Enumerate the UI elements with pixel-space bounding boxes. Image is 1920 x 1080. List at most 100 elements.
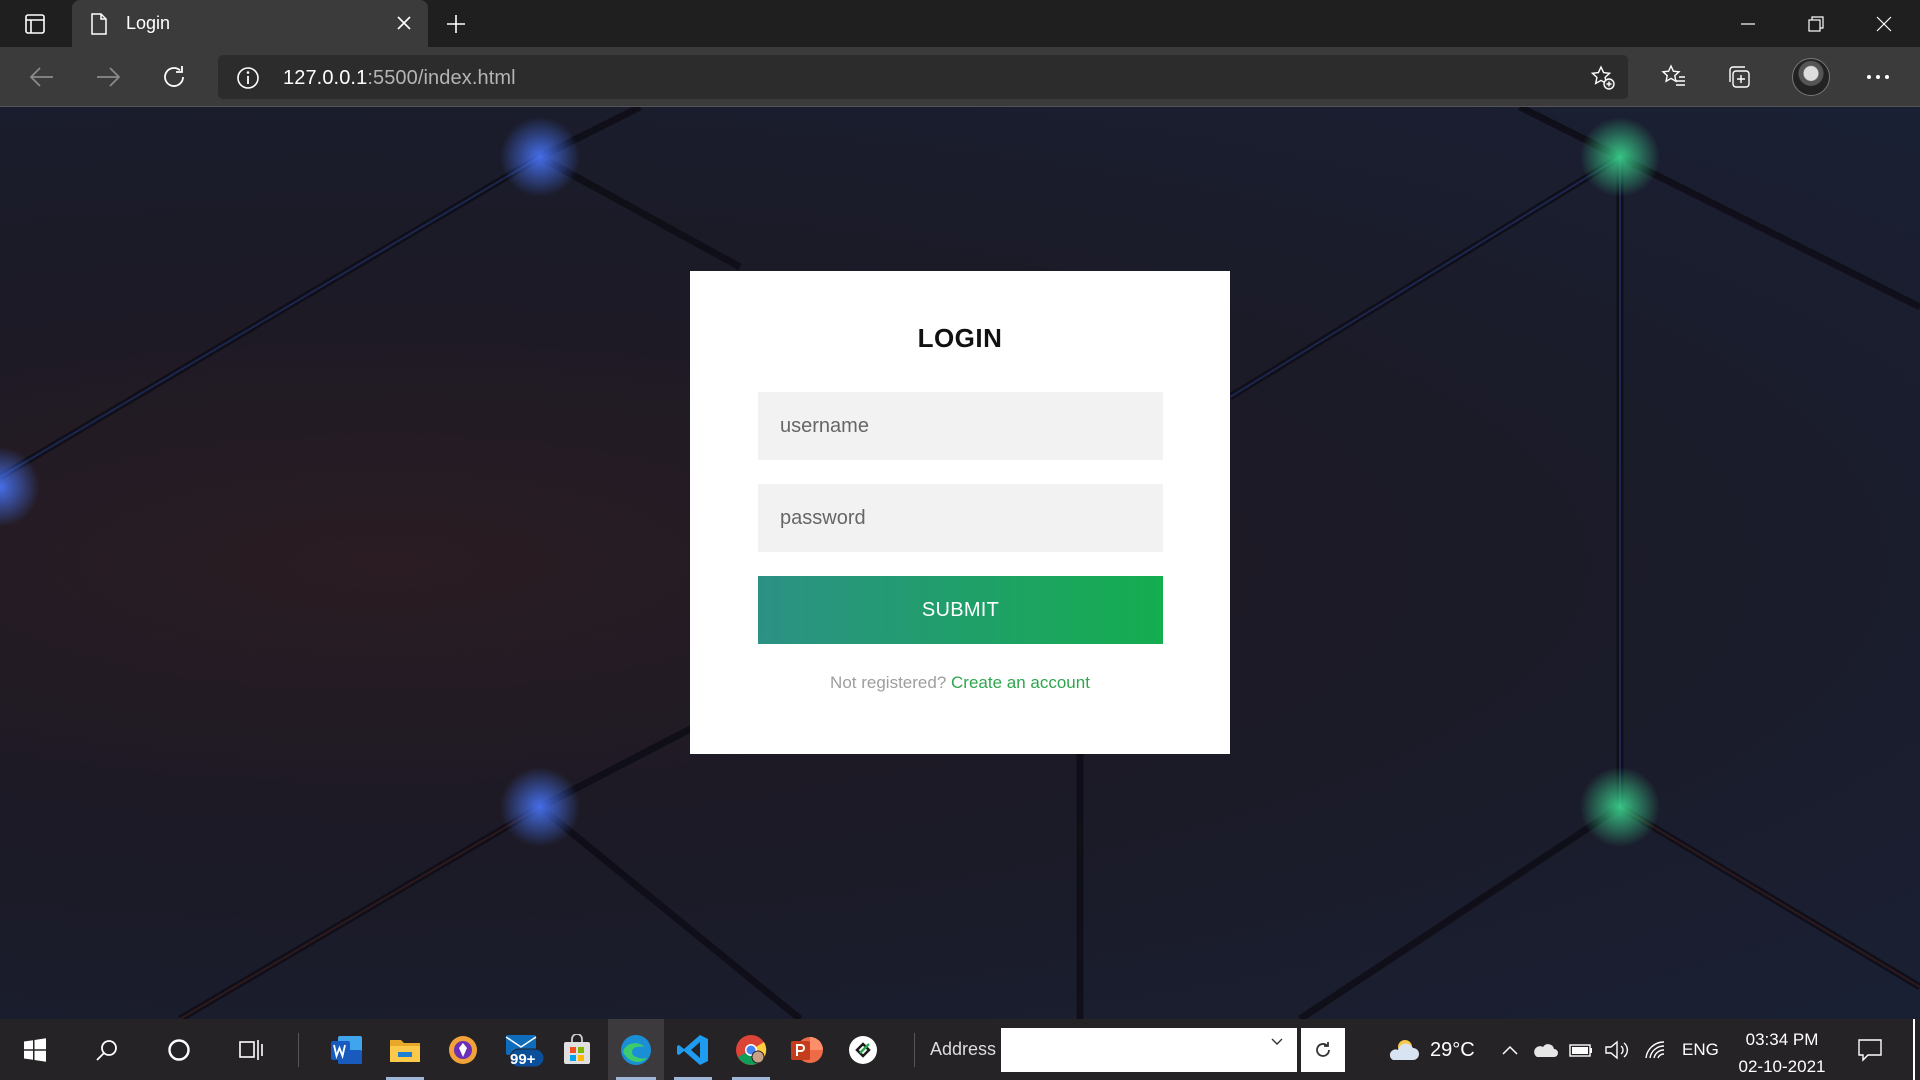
wifi-icon [1645,1040,1665,1058]
show-desktop-button[interactable] [1913,1019,1915,1080]
add-favorite-icon[interactable] [1590,65,1616,91]
clock-time: 03:34 PM [1745,1030,1819,1049]
weather-button[interactable] [1378,1019,1426,1080]
password-input[interactable] [758,484,1163,552]
forward-icon [97,67,121,87]
username-input[interactable] [758,392,1163,460]
onedrive-icon [1534,1043,1558,1057]
page-viewport: LOGIN SUBMIT Not registered? Create an a… [0,107,1920,1019]
task-view-icon [239,1039,263,1060]
brave-button[interactable] [436,1019,490,1080]
close-icon [397,16,411,30]
forward-button[interactable] [88,58,128,96]
powerpoint-button[interactable] [780,1019,834,1080]
network-button[interactable] [1640,1019,1670,1080]
volume-icon [1605,1040,1628,1059]
address-go-button[interactable] [1301,1028,1345,1072]
temperature: 29°C [1430,1039,1475,1061]
notification-icon [1858,1038,1882,1062]
new-tab-button[interactable] [440,9,472,39]
register-prompt: Not registered? [830,673,947,692]
restore-icon [1808,15,1824,32]
chevron-down-icon[interactable] [1270,1037,1284,1047]
minimize-icon [1741,22,1755,25]
address-toolbar-label: Address [930,1039,997,1059]
language-indicator[interactable]: ENG [1682,1040,1719,1060]
login-card: LOGIN SUBMIT Not registered? Create an a… [690,271,1230,754]
favorites-icon [1661,64,1685,86]
task-view-button[interactable] [224,1019,278,1080]
url-host: 127.0.0.1 [283,67,368,89]
url-text: 127.0.0.1:5500/index.html [283,67,516,90]
powerpoint-icon [791,1036,823,1063]
info-icon[interactable] [236,66,260,90]
close-window-icon [1876,16,1892,31]
profile-avatar[interactable] [1792,58,1830,96]
favorites-button[interactable] [1657,61,1691,93]
clock[interactable]: 03:34 PM 02-10-2021 [1730,1026,1834,1080]
chrome-button[interactable] [724,1019,778,1080]
clock-date: 02-10-2021 [1738,1057,1826,1076]
volume-button[interactable] [1602,1019,1632,1080]
refresh-button[interactable] [154,58,194,96]
windows-taskbar: 99+ Address 29°C ENG 03:34 PM 02-10-2021 [0,1019,1920,1080]
create-account-link[interactable]: Create an account [951,673,1090,692]
cortana-button[interactable] [152,1019,206,1080]
address-bar[interactable]: 127.0.0.1:5500/index.html [218,55,1628,99]
notifications-button[interactable] [1850,1019,1890,1080]
page-icon [91,13,107,35]
browser-tab[interactable]: Login [72,0,428,47]
file-explorer-icon [390,1039,420,1062]
submit-button[interactable]: SUBMIT [758,576,1163,644]
tab-title: Login [126,13,171,33]
store-icon [564,1033,590,1064]
vscode-icon [677,1034,708,1065]
taskbar-separator [914,1033,915,1067]
mail-button[interactable]: 99+ [494,1019,554,1080]
battery-icon [1569,1043,1592,1057]
refresh-icon [1316,1042,1330,1057]
collections-icon [1729,66,1750,88]
close-tab-button[interactable] [392,11,416,35]
onedrive-button[interactable] [1530,1019,1560,1080]
collections-button[interactable] [1722,61,1756,93]
app-icon [849,1035,877,1064]
tab-actions-button[interactable] [10,0,60,47]
more-button[interactable] [1861,61,1895,93]
battery-button[interactable] [1566,1019,1596,1080]
back-icon [29,67,53,87]
restore-button[interactable] [1782,0,1850,47]
register-message: Not registered? Create an account [690,673,1230,693]
more-icon [1867,75,1889,79]
chevron-up-icon [1502,1045,1518,1055]
cortana-icon [168,1038,190,1061]
mail-badge: 99+ [510,1051,536,1068]
store-button[interactable] [550,1019,604,1080]
plus-icon [447,15,465,33]
url-path: :5500/index.html [367,67,516,89]
edge-button[interactable] [608,1019,664,1080]
tab-actions-icon [25,13,45,34]
close-window-button[interactable] [1850,0,1918,47]
search-button[interactable] [80,1019,134,1080]
vscode-button[interactable] [666,1019,720,1080]
edge-icon [621,1034,651,1065]
brave-icon [449,1035,477,1064]
start-button[interactable] [8,1019,62,1080]
search-icon [96,1039,117,1061]
chrome-icon [736,1034,767,1065]
tab-bar: Login [0,0,1920,47]
file-explorer-button[interactable] [378,1019,432,1080]
address-toolbar-input[interactable] [1001,1028,1297,1072]
refresh-icon [164,66,184,87]
browser-toolbar: 127.0.0.1:5500/index.html [0,47,1920,107]
show-hidden-icons-button[interactable] [1497,1019,1523,1080]
cloud-icon [1389,1039,1419,1060]
word-icon [331,1035,362,1064]
word-button[interactable] [320,1019,374,1080]
app-button[interactable] [836,1019,890,1080]
taskbar-separator [298,1033,299,1067]
minimize-button[interactable] [1714,0,1782,47]
back-button[interactable] [22,58,62,96]
login-heading: LOGIN [917,323,1003,353]
